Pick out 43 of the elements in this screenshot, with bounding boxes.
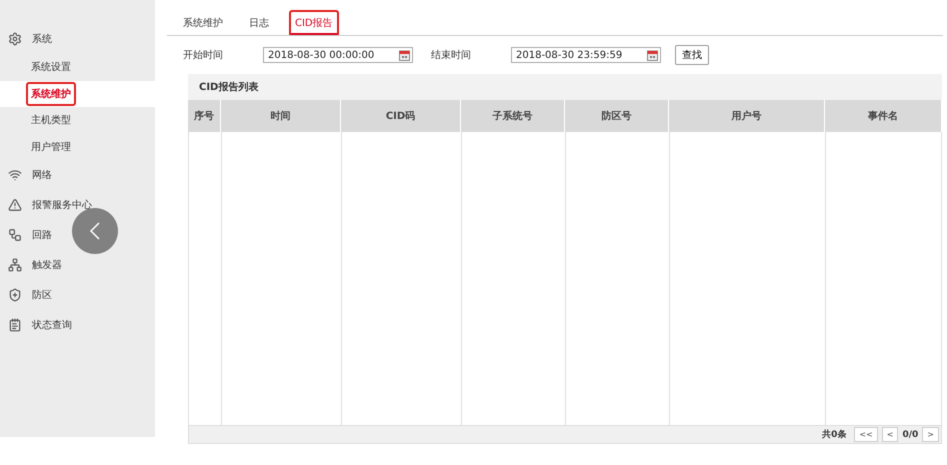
sidebar-subitem[interactable]: 系统设置 <box>26 55 76 80</box>
shield-plus-icon <box>8 288 22 302</box>
table-title-bar: CID报告列表 <box>188 74 942 100</box>
sidebar-subitem[interactable]: 用户管理 <box>26 134 76 159</box>
settings-icon <box>8 32 22 46</box>
end-time-field[interactable]: 2018-08-30 23:59:59 <box>511 47 661 63</box>
calendar-icon[interactable] <box>647 50 658 60</box>
column-header: 子系统号 <box>461 100 565 132</box>
column-header: 防区号 <box>565 100 669 132</box>
sidebar-subitem[interactable]: 主机类型 <box>26 108 76 132</box>
column-header: 用户号 <box>669 100 825 132</box>
previous-page-button[interactable]: < <box>882 427 898 442</box>
page-indicator: 0/0 <box>902 430 918 440</box>
sidebar-subitem[interactable]: 系统维护 <box>26 82 76 106</box>
end-time-label: 结束时间 <box>431 48 472 62</box>
sidebar-item[interactable]: 状态查询 <box>32 318 72 332</box>
column-header: CID码 <box>341 100 461 132</box>
tab[interactable]: CID报告 <box>289 10 339 35</box>
search-button[interactable]: 查找 <box>675 45 709 65</box>
wifi-icon <box>8 168 22 182</box>
first-page-button[interactable]: << <box>854 427 878 442</box>
notepad-icon <box>8 318 22 332</box>
back-button[interactable] <box>72 208 118 254</box>
chevron-left-icon <box>88 221 102 241</box>
column-header: 序号 <box>188 100 221 132</box>
sidebar-item[interactable]: 触发器 <box>32 258 62 272</box>
network-icon <box>8 258 22 272</box>
total-count: 共0条 <box>822 428 846 441</box>
sidebar-item[interactable]: 网络 <box>32 168 52 182</box>
sidebar-item[interactable]: 防区 <box>32 288 52 302</box>
flow-icon <box>8 228 22 242</box>
tab[interactable]: 系统维护 <box>177 10 229 35</box>
calendar-icon[interactable] <box>399 50 410 60</box>
sidebar-item[interactable]: 回路 <box>32 228 52 242</box>
start-time-field[interactable]: 2018-08-30 00:00:00 <box>263 47 413 63</box>
warning-icon <box>8 198 22 212</box>
column-header: 时间 <box>221 100 341 132</box>
sidebar-item[interactable]: 系统 <box>32 32 52 46</box>
sidebar-item[interactable]: 报警服务中心 <box>32 198 92 212</box>
column-header: 事件名 <box>825 100 942 132</box>
next-page-button[interactable]: > <box>922 427 939 442</box>
start-time-label: 开始时间 <box>183 48 224 62</box>
tab[interactable]: 日志 <box>243 10 275 35</box>
